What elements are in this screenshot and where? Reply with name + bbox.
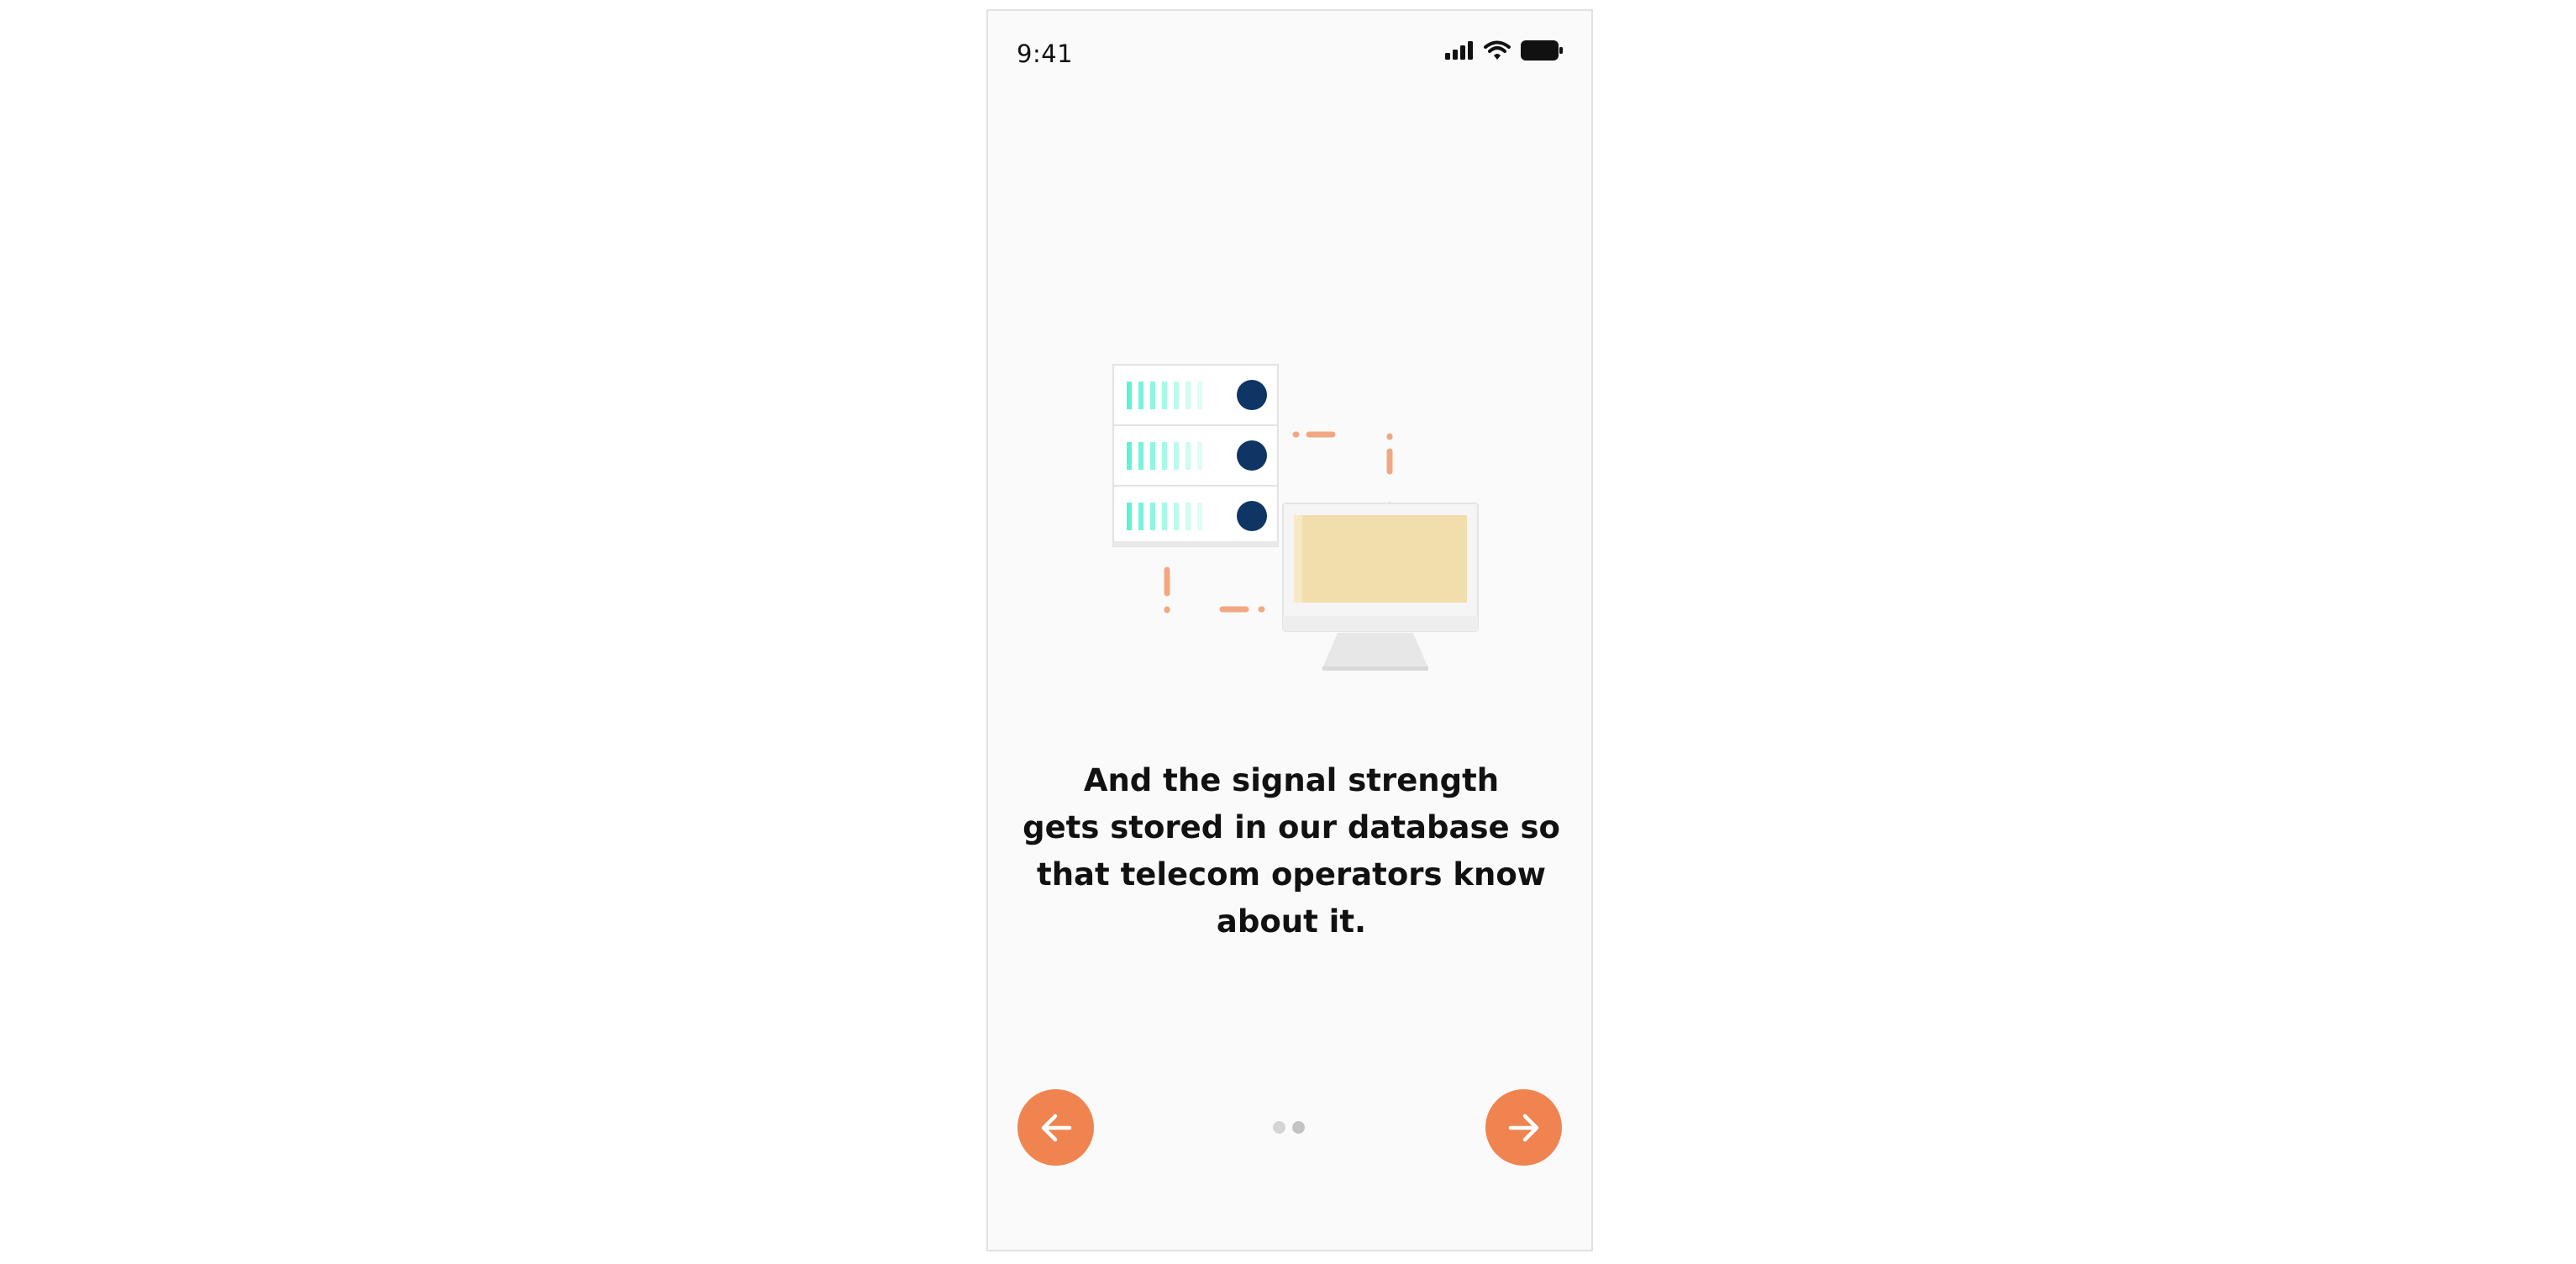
page-dot[interactable]	[1273, 1121, 1285, 1134]
onboarding-message: And the signal strength gets stored in o…	[1022, 757, 1561, 945]
server-rack	[1112, 364, 1279, 547]
message-line: And the signal strength	[1083, 762, 1500, 798]
status-icons	[1445, 40, 1563, 61]
signal-icon	[1445, 41, 1473, 60]
phone-screen: 9:41 And the signal strength gets stored…	[986, 9, 1593, 1251]
monitor	[1282, 503, 1479, 671]
message-line: that telecom operators know	[1037, 856, 1546, 893]
arrow-right-icon	[1508, 1114, 1538, 1141]
server-monitor-illustration	[1112, 364, 1479, 671]
next-button[interactable]	[1485, 1089, 1562, 1166]
message-line: about it.	[1216, 903, 1367, 940]
previous-button[interactable]	[1017, 1089, 1094, 1166]
page-indicator	[1273, 1121, 1305, 1134]
arrow-left-icon	[1041, 1114, 1071, 1141]
message-line: gets stored in our database so	[1023, 809, 1560, 845]
battery-icon	[1521, 40, 1563, 61]
page-dot-active[interactable]	[1292, 1121, 1305, 1134]
wifi-icon	[1484, 40, 1511, 60]
status-time: 9:41	[1017, 40, 1074, 68]
